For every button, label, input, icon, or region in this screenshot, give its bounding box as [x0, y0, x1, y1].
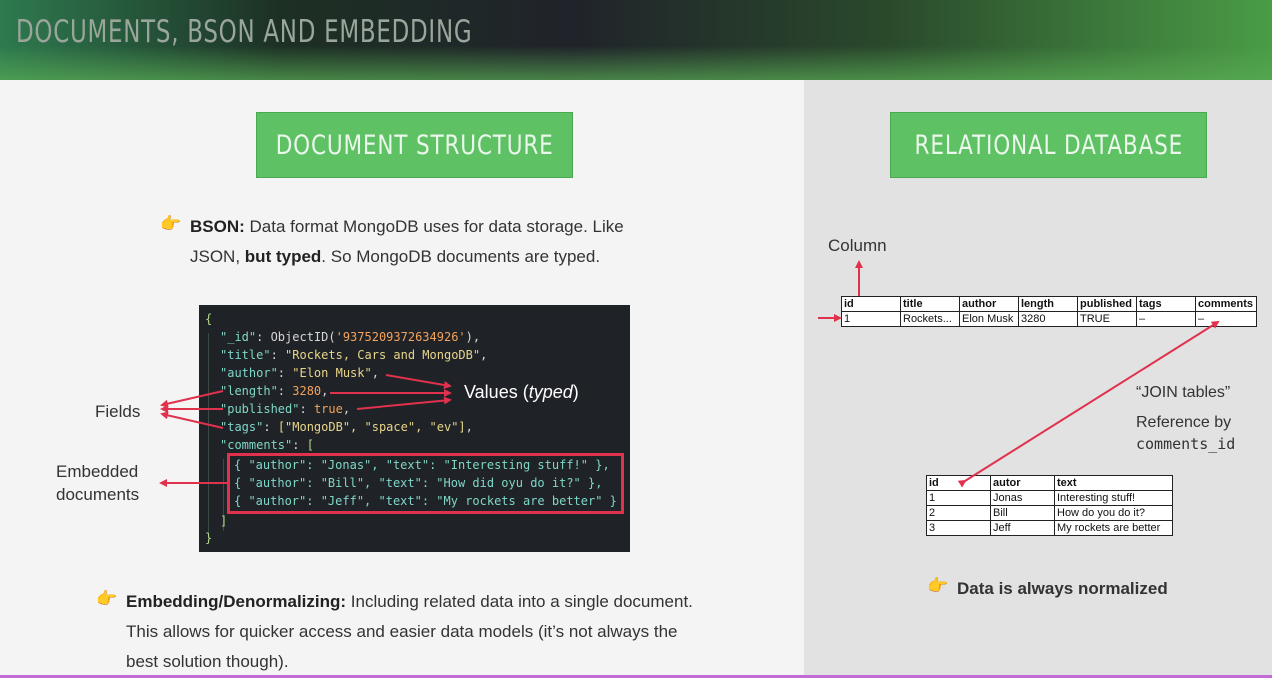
join-arrow	[957, 320, 1220, 488]
values-arrow	[385, 374, 452, 389]
fields-arrow	[160, 390, 224, 408]
values-arrow	[356, 396, 452, 410]
fields-arrow	[160, 411, 224, 429]
arrows-overlay	[159, 260, 1220, 488]
